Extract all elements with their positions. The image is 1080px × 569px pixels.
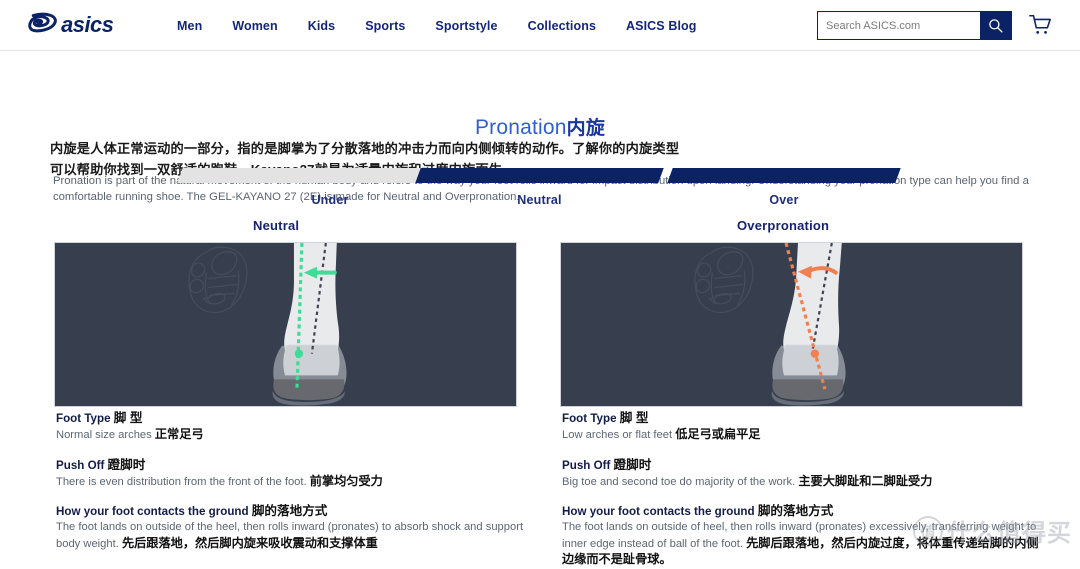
column-heading-overpronation: Overpronation [737, 218, 829, 233]
illustration-panel-overpronation [560, 242, 1023, 407]
detail-body-cn: 先后跟落地，然后脚内旋来吸收震动和支撑体重 [122, 536, 378, 550]
shopping-cart-icon [1028, 13, 1052, 37]
nav-item-men[interactable]: Men [162, 19, 217, 33]
detail-body-en: There is even distribution from the fron… [56, 476, 307, 488]
detail-body-en: Normal size arches [56, 429, 152, 441]
detail-body-cn: 正常足弓 [155, 427, 204, 441]
nav-item-asics-blog[interactable]: ASICS Blog [611, 19, 711, 33]
detail-title-cn: 脚的落地方式 [758, 504, 834, 518]
nav-item-sportstyle[interactable]: Sportstyle [420, 19, 512, 33]
nav-item-collections[interactable]: Collections [513, 19, 611, 33]
detail-title-en: Foot Type [56, 412, 111, 425]
detail-body: Big toe and second toe do majority of th… [562, 474, 1047, 491]
detail-title-en: Push Off [562, 459, 610, 472]
nav-item-sports[interactable]: Sports [350, 19, 420, 33]
page-title: Pronation内旋 [0, 117, 1080, 138]
detail-body: Low arches or flat feet 低足弓或扁平足 [562, 427, 1047, 444]
detail-block-ground-contact: How your foot contacts the ground 脚的落地方式… [562, 504, 1047, 569]
page-title-cn: 内旋 [567, 118, 605, 139]
detail-title-cn: 蹬脚时 [108, 458, 146, 472]
search-box[interactable] [817, 11, 1012, 40]
detail-title: How your foot contacts the ground 脚的落地方式 [56, 504, 541, 519]
cart-button[interactable] [1028, 13, 1052, 37]
neutral-pronation-illustration [55, 243, 516, 406]
detail-block-foot-type: Foot Type 脚 型 Normal size arches 正常足弓 [56, 411, 541, 444]
detail-block-push-off: Push Off 蹬脚时 Big toe and second toe do m… [562, 458, 1047, 491]
search-button[interactable] [980, 12, 1011, 39]
scale-item-neutral[interactable]: Neutral [418, 168, 661, 207]
detail-title-cn: 蹬脚时 [614, 458, 652, 472]
pivot-point-marker [295, 349, 303, 357]
detail-title-cn: 脚 型 [114, 411, 143, 425]
scale-bar-over [667, 168, 900, 183]
pivot-point-marker [811, 349, 819, 357]
detail-body: There is even distribution from the fron… [56, 474, 541, 491]
pronation-scale: Under Neutral Over [0, 168, 1080, 210]
detail-body: Normal size arches 正常足弓 [56, 427, 541, 444]
details-column-overpronation: Foot Type 脚 型 Low arches or flat feet 低足… [562, 411, 1047, 569]
detail-block-ground-contact: How your foot contacts the ground 脚的落地方式… [56, 504, 541, 552]
detail-body-en: Low arches or flat feet [562, 429, 672, 441]
asics-logo[interactable]: asics [28, 9, 150, 43]
scale-label-neutral: Neutral [418, 193, 661, 207]
site-header: asics Men Women Kids Sports Sportstyle C… [0, 0, 1080, 51]
detail-title: Push Off 蹬脚时 [562, 458, 1047, 473]
detail-title: Foot Type 脚 型 [56, 411, 541, 426]
page-title-en: Pronation [475, 116, 567, 139]
detail-title-cn: 脚的落地方式 [252, 504, 328, 518]
detail-body-cn: 低足弓或扁平足 [675, 427, 760, 441]
detail-block-foot-type: Foot Type 脚 型 Low arches or flat feet 低足… [562, 411, 1047, 444]
detail-title-en: Push Off [56, 459, 104, 472]
illustration-panel-neutral [54, 242, 517, 407]
nav-item-kids[interactable]: Kids [293, 19, 351, 33]
detail-body-cn: 主要大脚趾和二脚趾受力 [798, 474, 932, 488]
page-title-area: Pronation内旋 内旋是人体正常运动的一部分，指的是脚掌为了分散落地的冲击… [0, 51, 1080, 159]
detail-title: How your foot contacts the ground 脚的落地方式 [562, 504, 1047, 519]
column-heading-neutral: Neutral [253, 218, 299, 233]
detail-body-cn: 前掌均匀受力 [310, 474, 383, 488]
overpronation-illustration [561, 243, 1022, 406]
detail-title-en: How your foot contacts the ground [562, 505, 755, 518]
detail-block-push-off: Push Off 蹬脚时 There is even distribution … [56, 458, 541, 491]
detail-title-en: How your foot contacts the ground [56, 505, 249, 518]
detail-title: Push Off 蹬脚时 [56, 458, 541, 473]
detail-body-en: Big toe and second toe do majority of th… [562, 476, 795, 488]
detail-title: Foot Type 脚 型 [562, 411, 1047, 426]
detail-title-en: Foot Type [562, 412, 617, 425]
detail-body: The foot lands on outside of heel, then … [562, 520, 1047, 569]
search-icon [988, 18, 1003, 33]
detail-title-cn: 脚 型 [620, 411, 649, 425]
nav-item-women[interactable]: Women [217, 19, 292, 33]
svg-text:asics: asics [61, 12, 114, 37]
search-input[interactable] [818, 12, 980, 39]
scale-label-over: Over [670, 193, 898, 207]
scale-item-over[interactable]: Over [670, 168, 898, 207]
main-navigation: Men Women Kids Sports Sportstyle Collect… [162, 0, 712, 51]
scale-bar-neutral [415, 168, 663, 183]
detail-body: The foot lands on outside of the heel, t… [56, 520, 541, 552]
details-column-neutral: Foot Type 脚 型 Normal size arches 正常足弓 Pu… [56, 411, 541, 552]
